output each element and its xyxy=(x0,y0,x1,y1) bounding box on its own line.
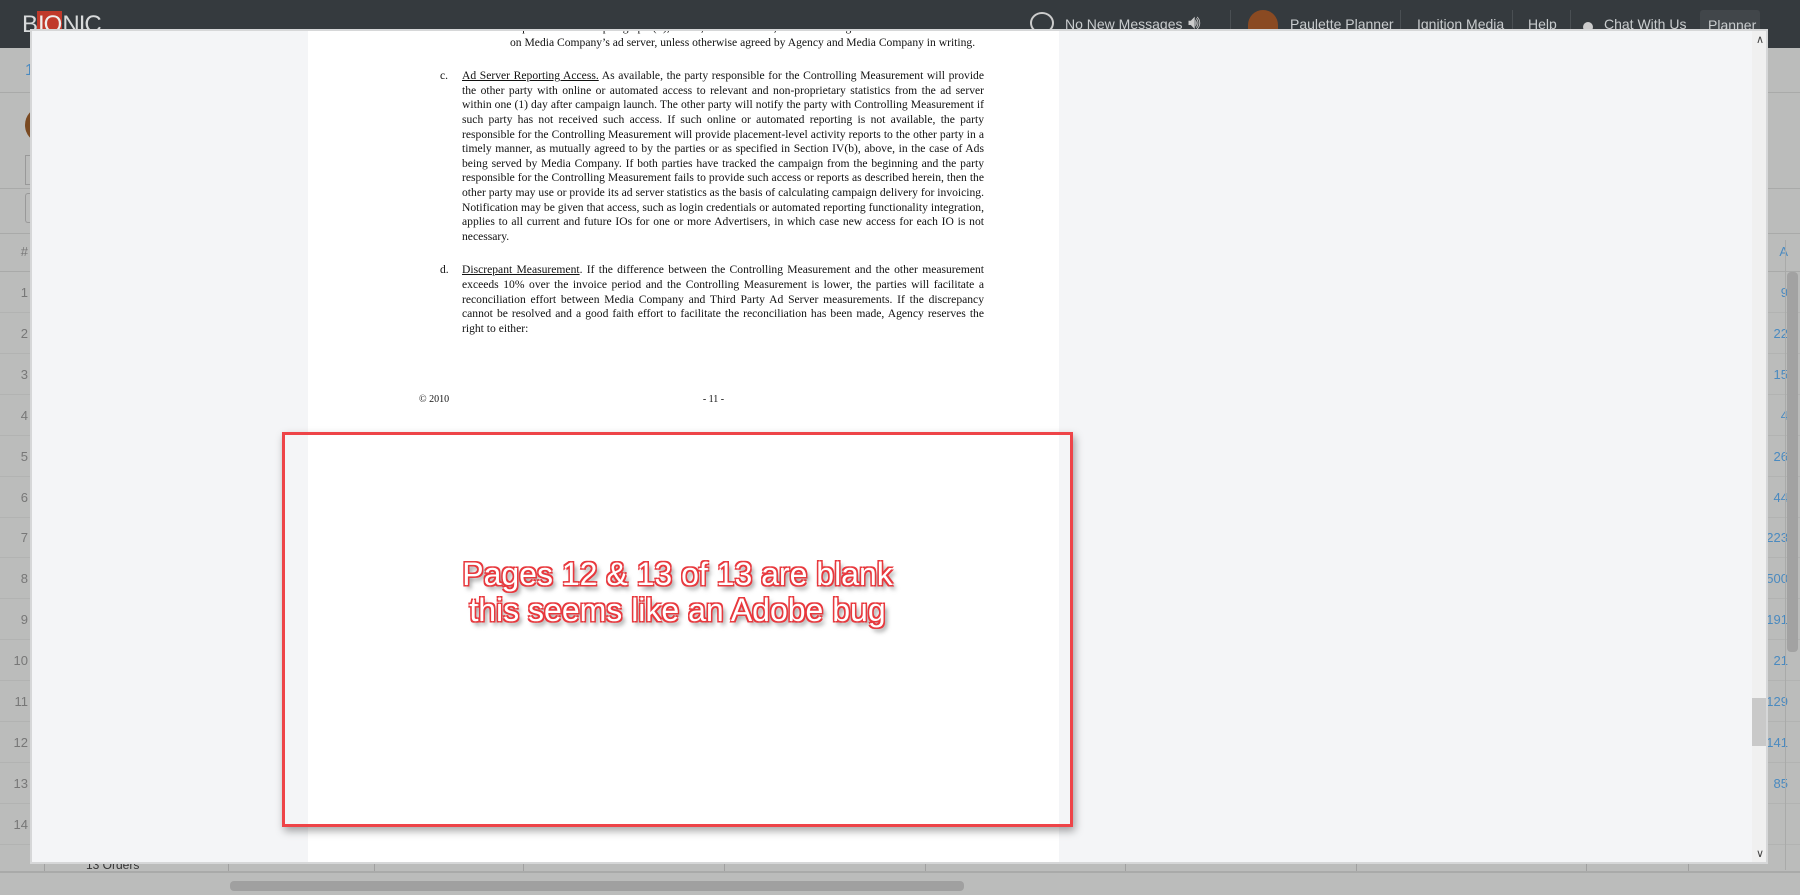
column-divider xyxy=(523,863,524,871)
row-number: 14 xyxy=(13,816,28,832)
table-vertical-scrollbar[interactable] xyxy=(1787,272,1798,652)
paragraph-heading: Ad Server Reporting Access. xyxy=(462,69,599,83)
row-number: 4 xyxy=(20,407,28,423)
pdf-scrollbar-thumb[interactable] xyxy=(1752,698,1766,746)
annotation-line-2: this seems like an Adobe bug xyxy=(469,592,886,628)
column-divider xyxy=(724,863,725,871)
row-number: 10 xyxy=(13,653,28,669)
scroll-down-icon[interactable]: ∨ xyxy=(1756,847,1764,860)
row-number: 12 xyxy=(13,734,28,750)
paragraph-c: c. Ad Server Reporting Access. As availab… xyxy=(440,69,984,244)
column-divider xyxy=(1356,863,1357,871)
row-number: 9 xyxy=(20,612,28,628)
annotation-highlight-box xyxy=(282,432,1073,827)
row-number: 6 xyxy=(20,489,28,505)
horizontal-scrollbar-thumb[interactable] xyxy=(230,881,964,891)
column-divider xyxy=(228,863,229,871)
paragraph-body: As available, the party responsible for … xyxy=(462,69,984,243)
row-number: 3 xyxy=(20,366,28,382)
row-number: 11 xyxy=(14,694,29,709)
paragraph-heading: Discrepant Measurement xyxy=(462,263,580,277)
page-number: - 11 - xyxy=(702,394,725,405)
annotation-text: Pages 12 & 13 of 13 are blank this seems… xyxy=(282,556,1073,628)
item-letter: d. xyxy=(440,263,449,277)
row-number: 7 xyxy=(20,530,28,546)
pdf-scrollbar[interactable]: ∧ ∨ xyxy=(1752,31,1766,862)
row-number: 8 xyxy=(20,571,28,587)
row-number: 5 xyxy=(20,448,28,464)
divider xyxy=(1785,240,1786,870)
row-number: 2 xyxy=(20,325,28,341)
column-divider xyxy=(925,863,926,871)
column-divider xyxy=(44,863,45,871)
column-header-number[interactable]: # xyxy=(0,244,28,259)
column-divider xyxy=(1688,863,1689,871)
item-letter: c. xyxy=(440,69,449,83)
document-text: requirements in subparagraph (ii), above… xyxy=(440,31,984,355)
annotation-line-1: Pages 12 & 13 of 13 are blank xyxy=(462,556,893,592)
scroll-up-icon[interactable]: ∧ xyxy=(1756,33,1764,46)
paragraph-d: d. Discrepant Measurement. If the differe… xyxy=(440,263,984,336)
row-number: 1 xyxy=(20,285,28,300)
column-divider xyxy=(1125,863,1126,871)
column-divider xyxy=(1586,863,1587,871)
column-divider xyxy=(374,863,375,871)
row-number: 13 xyxy=(13,775,28,791)
paragraph-continued: requirements in subparagraph (ii), above… xyxy=(510,31,984,49)
